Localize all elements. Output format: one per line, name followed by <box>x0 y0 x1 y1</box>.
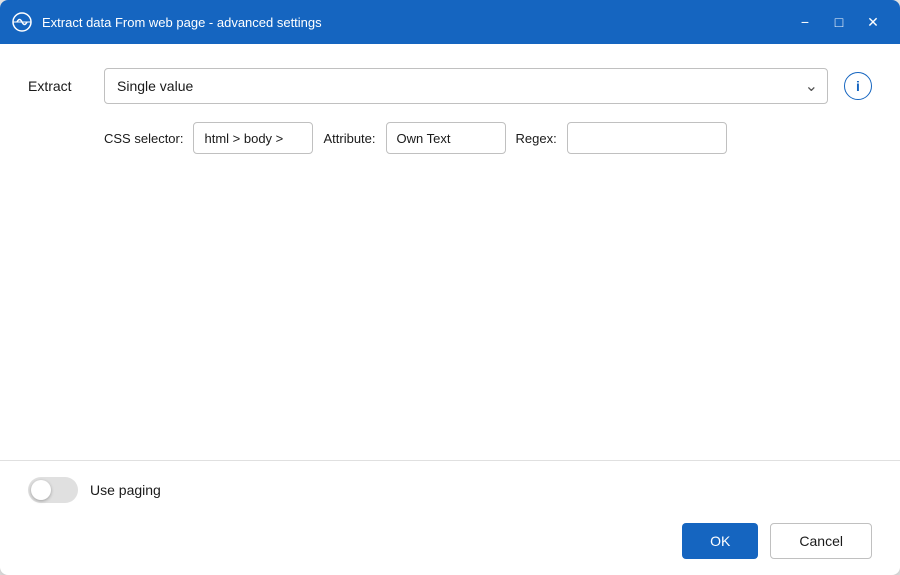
info-button[interactable]: i <box>844 72 872 100</box>
dialog-content: Extract Single value Multiple values Tab… <box>0 44 900 460</box>
minimize-button[interactable]: − <box>790 8 820 36</box>
toggle-knob <box>31 480 51 500</box>
app-icon <box>12 12 32 32</box>
title-bar: Extract data From web page - advanced se… <box>0 0 900 44</box>
bottom-section: Use paging OK Cancel <box>0 460 900 575</box>
extract-select[interactable]: Single value Multiple values Table <box>104 68 828 104</box>
extract-label: Extract <box>28 78 88 94</box>
attribute-label: Attribute: <box>323 131 375 146</box>
regex-label: Regex: <box>516 131 557 146</box>
window-controls: − □ ✕ <box>790 8 888 36</box>
button-row: OK Cancel <box>28 523 872 559</box>
paging-label: Use paging <box>90 482 161 498</box>
css-selector-label: CSS selector: <box>104 131 183 146</box>
extract-select-wrapper: Single value Multiple values Table ⌄ <box>104 68 828 104</box>
close-button[interactable]: ✕ <box>858 8 888 36</box>
cancel-button[interactable]: Cancel <box>770 523 872 559</box>
dialog-title: Extract data From web page - advanced se… <box>42 15 780 30</box>
paging-row: Use paging <box>28 477 872 503</box>
css-selector-row: CSS selector: Attribute: Regex: <box>28 122 872 154</box>
use-paging-toggle[interactable] <box>28 477 78 503</box>
form-section: Extract Single value Multiple values Tab… <box>28 68 872 154</box>
maximize-button[interactable]: □ <box>824 8 854 36</box>
css-selector-input[interactable] <box>193 122 313 154</box>
extract-row: Extract Single value Multiple values Tab… <box>28 68 872 104</box>
dialog-window: Extract data From web page - advanced se… <box>0 0 900 575</box>
ok-button[interactable]: OK <box>682 523 758 559</box>
regex-input[interactable] <box>567 122 727 154</box>
attribute-input[interactable] <box>386 122 506 154</box>
info-icon: i <box>856 78 860 94</box>
